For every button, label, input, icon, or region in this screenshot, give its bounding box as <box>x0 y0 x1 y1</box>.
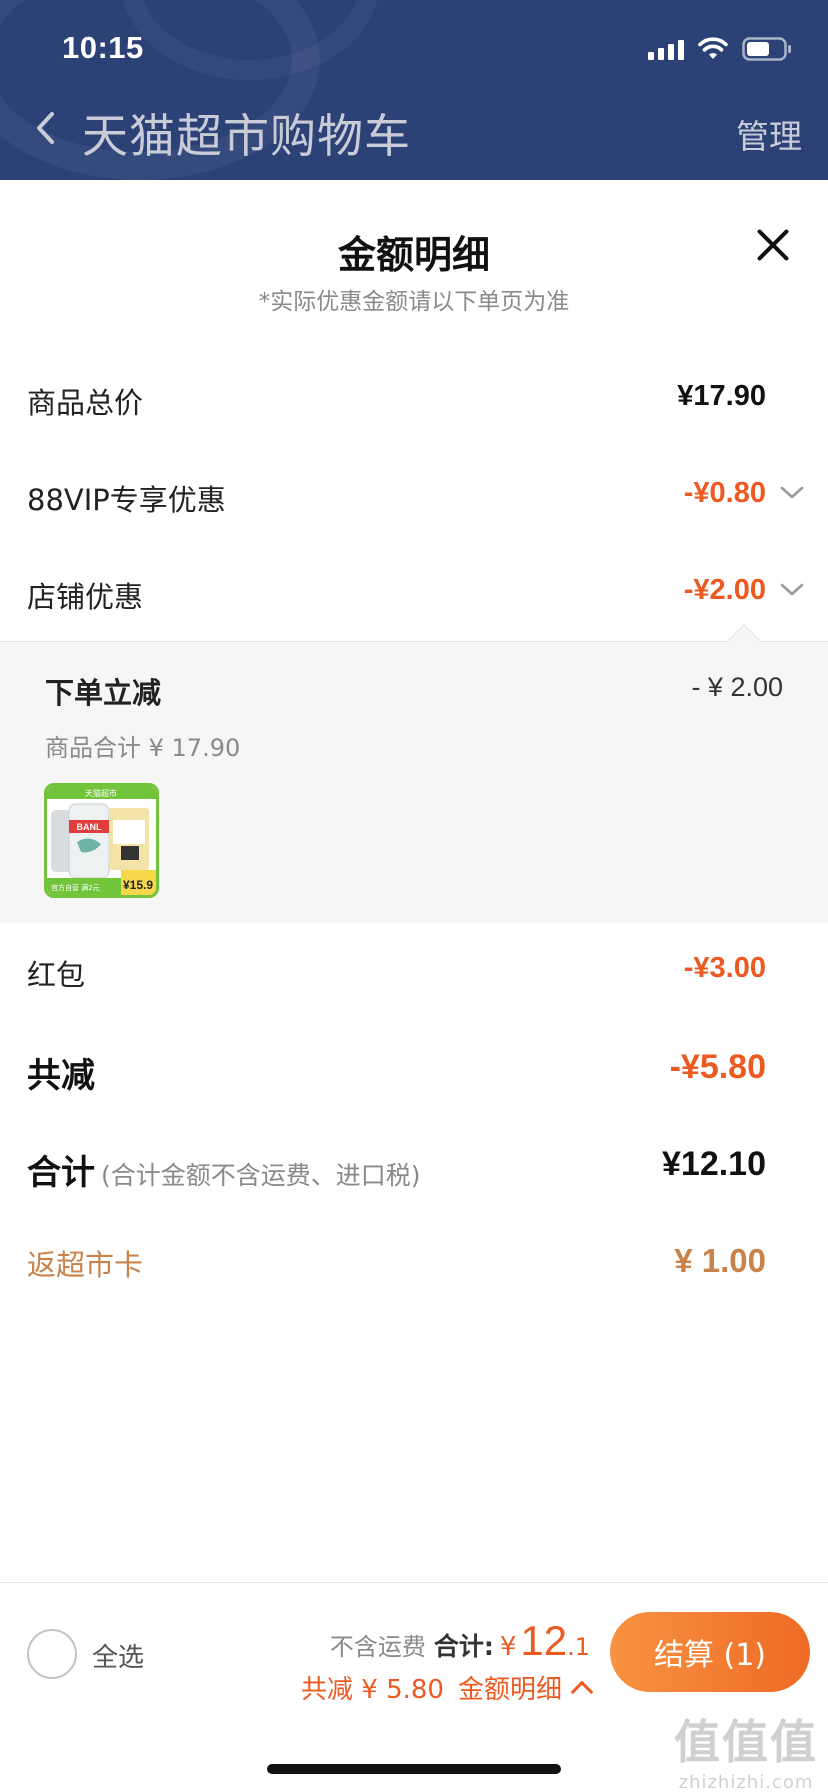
thumb-footer-text: 官方自营 满2元 <box>51 883 100 892</box>
sheet-subtitle: *实际优惠金额请以下单页为准 <box>258 289 570 315</box>
amount-detail-toggle[interactable]: 共减 ¥ 5.80 金额明细 <box>301 1669 594 1706</box>
product-thumbnail[interactable]: 天猫超市 BANL 官方自营 满2元 ¥15.9 <box>44 783 159 898</box>
row-value: -¥0.80 <box>683 477 766 509</box>
row-label: 红包 <box>27 958 86 992</box>
thumb-banner-text: 天猫超市 <box>85 788 117 798</box>
row-label: 合计 (合计金额不含运费、进口税) <box>27 1145 421 1194</box>
chevron-down-icon[interactable] <box>780 582 804 596</box>
total-decimal: .1 <box>567 1633 590 1661</box>
cellular-signal-icon <box>648 38 684 60</box>
store-discount-detail: 下单立减 - ¥ 2.00 商品合计 ¥ 17.90 天猫超市 BANL 官方自… <box>0 624 828 923</box>
chevron-up-icon[interactable] <box>570 1680 594 1703</box>
home-indicator[interactable] <box>267 1764 561 1774</box>
thumb-price-text: ¥15.9 <box>123 878 153 892</box>
row-label: 共减 <box>27 1056 95 1096</box>
cart-header: 10:15 天猫超市购物车 管理 <box>0 0 828 180</box>
row-label: 店铺优惠 <box>27 580 144 614</box>
status-time: 10:15 <box>62 30 144 65</box>
total-label: 合计 <box>27 1153 95 1193</box>
saved-amount: 共减 ¥ 5.80 <box>301 1675 444 1705</box>
select-all-checkbox[interactable] <box>27 1629 77 1679</box>
row-value: ¥17.90 <box>677 380 766 412</box>
row-label: 返超市卡 <box>27 1248 144 1282</box>
row-supermarket-card: 返超市卡 ¥ 1.00 <box>0 1232 828 1292</box>
total-integer: 12 <box>520 1617 568 1664</box>
row-value: -¥5.80 <box>669 1048 766 1086</box>
checkout-button[interactable]: 结算 (1) <box>610 1612 810 1692</box>
page-title: 天猫超市购物车 <box>82 109 411 163</box>
bottom-total: 不含运费 合计: ¥ 12 .1 <box>330 1617 590 1665</box>
watermark: 值值值 zhizhizhi.com <box>674 1706 818 1792</box>
exclude-shipping-note: 不含运费 <box>329 1633 426 1661</box>
row-vip-discount[interactable]: 88VIP专享优惠 -¥0.80 <box>0 467 828 527</box>
status-icons <box>648 36 792 62</box>
manage-button[interactable]: 管理 <box>736 110 802 158</box>
row-label: 88VIP专享优惠 <box>27 483 226 517</box>
thumb-brand-text: BANL <box>77 822 102 832</box>
detail-pointer <box>727 624 761 658</box>
row-subtotal: 商品总价 ¥17.90 <box>0 370 828 430</box>
sheet-title: 金额明细 <box>337 233 490 277</box>
row-value: -¥2.00 <box>683 574 766 606</box>
row-total: 合计 (合计金额不含运费、进口税) ¥12.10 <box>0 1135 828 1195</box>
row-label: 商品总价 <box>27 386 144 420</box>
watermark-logo: 值值值 <box>674 1715 818 1769</box>
row-value: -¥3.00 <box>683 952 766 984</box>
detail-title: 下单立减 <box>45 676 162 710</box>
close-icon[interactable] <box>756 228 790 262</box>
chevron-down-icon[interactable] <box>780 485 804 499</box>
detail-subtotal: 商品合计 ¥ 17.90 <box>45 734 241 762</box>
amount-detail-link[interactable]: 金额明细 <box>458 1669 562 1706</box>
row-value: ¥ 1.00 <box>674 1242 766 1279</box>
currency-symbol: ¥ <box>499 1632 517 1662</box>
select-all-label[interactable]: 全选 <box>92 1637 144 1674</box>
wifi-icon <box>698 37 728 61</box>
total-label: 合计: <box>433 1632 494 1661</box>
detail-amount: - ¥ 2.00 <box>691 672 783 702</box>
row-value: ¥12.10 <box>662 1145 766 1183</box>
back-arrow-icon[interactable] <box>30 108 60 148</box>
row-store-discount[interactable]: 店铺优惠 -¥2.00 <box>0 564 828 624</box>
row-red-packet: 红包 -¥3.00 <box>0 942 828 1002</box>
watermark-url: zhizhizhi.com <box>678 1772 814 1792</box>
battery-icon <box>742 37 792 61</box>
row-total-discount: 共减 -¥5.80 <box>0 1038 828 1098</box>
total-note: (合计金额不含运费、进口税) <box>101 1161 421 1190</box>
